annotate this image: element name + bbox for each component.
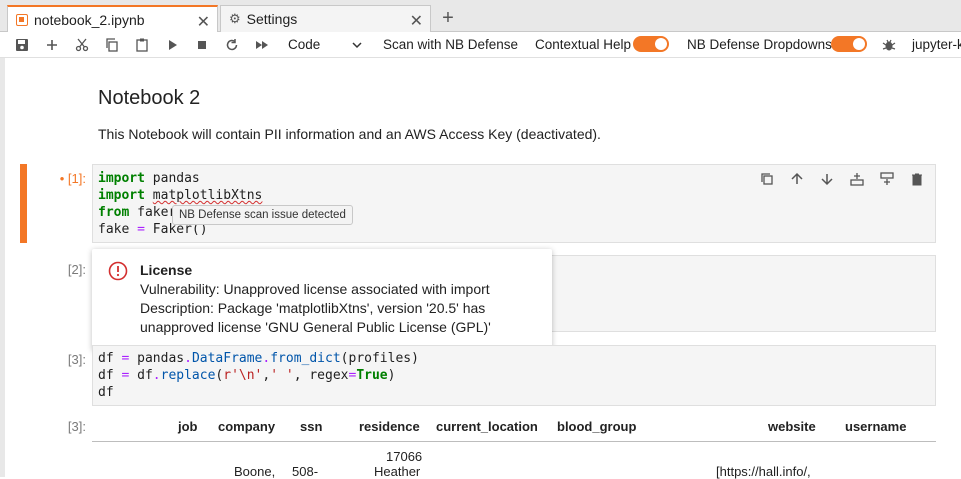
notebook-toolbar: Code Scan with NB Defense Contextual Hel… [0, 32, 961, 58]
cut-icon[interactable] [74, 37, 90, 53]
cell-prompt: • [1]: [59, 171, 86, 186]
kernel-name[interactable]: jupyter-k [912, 37, 961, 52]
table-header-divider [92, 441, 936, 442]
tab-bar: notebook_2.ipynb ✕ ⚙ Settings ✕ + [0, 0, 961, 33]
close-icon[interactable]: ✕ [410, 11, 423, 31]
popup-vulnerability: Vulnerability: Unapproved license associ… [140, 281, 490, 297]
table-cell: 17066 [386, 449, 423, 464]
move-down-icon[interactable] [818, 170, 836, 188]
stop-icon[interactable] [194, 37, 210, 53]
bug-icon[interactable] [881, 37, 897, 53]
column-header: website [768, 419, 816, 434]
code-line: df = df.replace(r'\n',' ', regex=True) [98, 368, 396, 383]
column-header: job [178, 419, 198, 434]
cell-prompt: [2]: [67, 262, 86, 277]
tab-label: Settings [246, 11, 298, 27]
column-header: username [845, 419, 907, 434]
gear-icon: ⚙ [229, 11, 241, 26]
chevron-down-icon[interactable] [351, 39, 363, 51]
move-up-icon[interactable] [788, 170, 806, 188]
column-header: blood_group [557, 419, 637, 434]
notebook-icon [16, 14, 28, 26]
cell-toolbar [758, 170, 928, 188]
dropdowns-toggle[interactable] [831, 36, 867, 52]
add-tab-button[interactable]: + [436, 5, 460, 31]
tab-settings[interactable]: ⚙ Settings ✕ [220, 5, 431, 32]
cell-type-select[interactable]: Code [288, 37, 320, 52]
column-header: company [218, 419, 276, 434]
add-cell-icon[interactable] [44, 37, 60, 53]
tab-label: notebook_2.ipynb [34, 12, 145, 28]
code-line: from faker [98, 205, 177, 220]
dropdowns-label: NB Defense Dropdowns [687, 37, 832, 52]
warning-icon [108, 261, 128, 281]
popup-title: License [140, 262, 193, 278]
duplicate-icon[interactable] [758, 170, 776, 188]
insert-below-icon[interactable] [878, 170, 896, 188]
popup-description: Description: Package 'matplotlibXtns', v… [140, 300, 486, 316]
restart-icon[interactable] [224, 37, 240, 53]
license-issue-popup: License Vulnerability: Unapproved licens… [92, 249, 552, 350]
code-line: import matplotlibXtns [98, 188, 263, 203]
insert-above-icon[interactable] [848, 170, 866, 188]
output-prompt: [3]: [67, 419, 86, 434]
copy-icon[interactable] [104, 37, 120, 53]
save-icon[interactable] [14, 37, 30, 53]
cell-prompt: [3]: [67, 352, 86, 367]
code-line: df [98, 385, 114, 400]
scan-issue-tooltip: NB Defense scan issue detected [172, 205, 353, 225]
paste-icon[interactable] [134, 37, 150, 53]
scan-button[interactable]: Scan with NB Defense [383, 37, 518, 52]
column-header: ssn [300, 419, 323, 434]
contextual-help-toggle[interactable] [633, 36, 669, 52]
run-icon[interactable] [164, 37, 180, 53]
tab-notebook[interactable]: notebook_2.ipynb ✕ [7, 5, 218, 33]
column-header: residence [359, 419, 420, 434]
delete-icon[interactable] [908, 170, 926, 188]
code-line: import pandas [98, 171, 200, 186]
code-line: df = pandas.DataFrame.from_dict(profiles… [98, 351, 419, 366]
contextual-help-label: Contextual Help [535, 37, 632, 52]
markdown-heading: Notebook 2 [98, 87, 201, 109]
close-icon[interactable]: ✕ [197, 12, 210, 32]
popup-description: unapproved license 'GNU General Public L… [140, 319, 491, 335]
fast-forward-icon[interactable] [254, 37, 270, 53]
column-header: current_location [436, 419, 538, 434]
markdown-paragraph: This Notebook will contain PII informati… [98, 126, 601, 142]
